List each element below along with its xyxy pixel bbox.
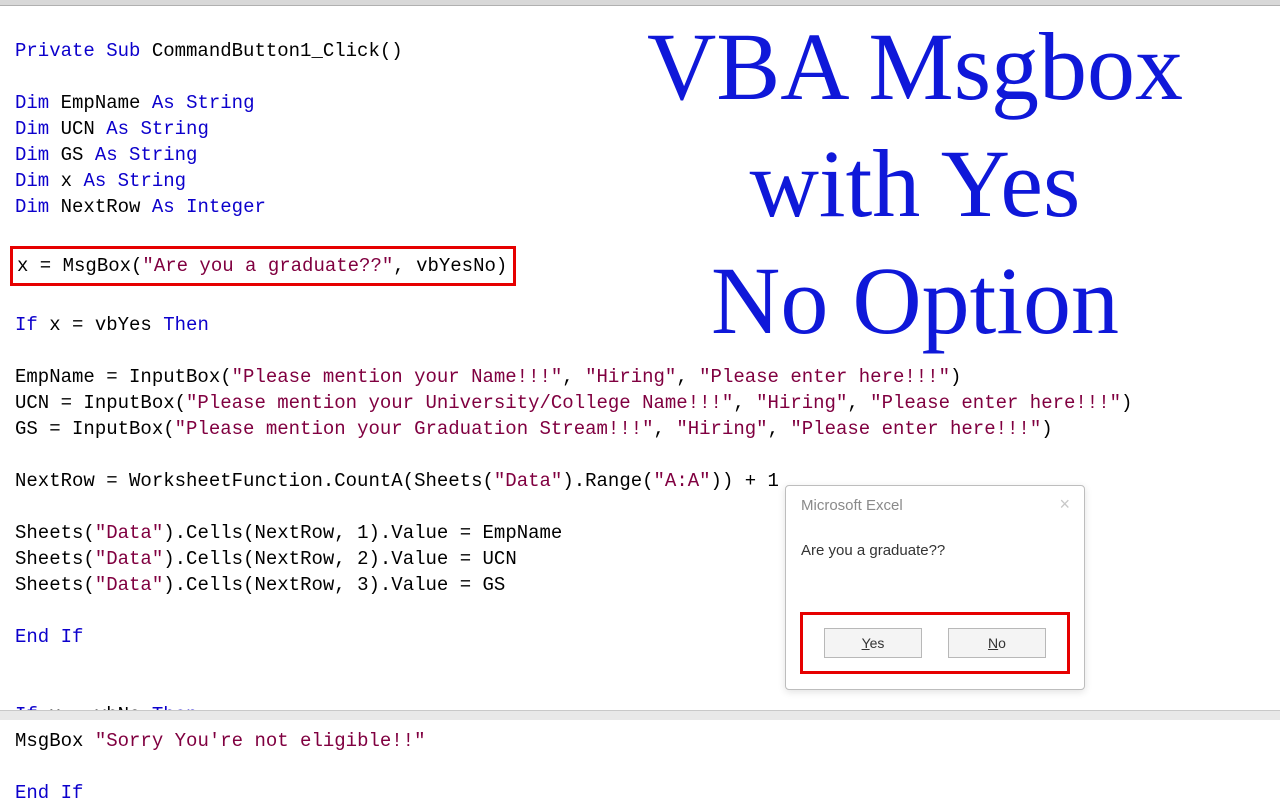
sep: , bbox=[562, 366, 585, 388]
kw-endif: End If bbox=[15, 626, 83, 648]
string-literal: "Please mention your Name!!!" bbox=[232, 366, 563, 388]
kw-if: If bbox=[15, 314, 38, 336]
code-frag: Sheets( bbox=[15, 574, 95, 596]
code-frag: MsgBox bbox=[15, 730, 95, 752]
sep: , bbox=[768, 418, 791, 440]
code-frag: 3).Value = GS bbox=[357, 574, 505, 596]
kw-dim: Dim bbox=[15, 144, 49, 166]
string-literal: "Sorry You're not eligible!!" bbox=[95, 730, 426, 752]
var-nextrow: NextRow bbox=[49, 196, 152, 218]
string-literal: "Hiring" bbox=[676, 418, 767, 440]
code-frag: , vbYesNo) bbox=[393, 255, 507, 277]
var-empname: EmpName bbox=[49, 92, 152, 114]
string-literal: "A:A" bbox=[654, 470, 711, 492]
cond-vbyes: x = vbYes bbox=[38, 314, 163, 336]
kw-integer: Integer bbox=[186, 196, 266, 218]
kw-then: Then bbox=[163, 314, 209, 336]
var-gs: GS bbox=[49, 144, 95, 166]
sep: , bbox=[847, 392, 870, 414]
msgbox-button-row: Yes No bbox=[800, 612, 1070, 674]
code-frag: Sheets( bbox=[15, 548, 95, 570]
sep: , bbox=[654, 418, 677, 440]
code-frag: Sheets( bbox=[15, 522, 95, 544]
code-frag: NextRow = WorksheetFunction.CountA(Sheet… bbox=[15, 470, 494, 492]
close-paren: ) bbox=[950, 366, 961, 388]
sub-name: CommandButton1_Click() bbox=[140, 40, 402, 62]
code-frag: 2).Value = UCN bbox=[357, 548, 517, 570]
string-literal: "Please mention your Graduation Stream!!… bbox=[175, 418, 654, 440]
kw-dim: Dim bbox=[15, 170, 49, 192]
close-icon[interactable]: × bbox=[1059, 497, 1070, 511]
no-button[interactable]: No bbox=[948, 628, 1046, 658]
msgbox-text: Are you a graduate?? bbox=[786, 514, 1084, 559]
var-x: x bbox=[49, 170, 83, 192]
no-rest: o bbox=[998, 635, 1006, 651]
code-frag: ).Cells(NextRow, bbox=[163, 522, 357, 544]
string-literal: "Please enter here!!!" bbox=[790, 418, 1041, 440]
kw-as: As bbox=[106, 118, 129, 140]
kw-string: String bbox=[129, 144, 197, 166]
highlighted-msgbox-line: x = MsgBox("Are you a graduate??", vbYes… bbox=[10, 246, 516, 286]
string-literal: "Are you a graduate??" bbox=[142, 255, 393, 277]
code-frag: x = MsgBox( bbox=[17, 255, 142, 277]
kw-string: String bbox=[118, 170, 186, 192]
kw-dim: Dim bbox=[15, 118, 49, 140]
kw-dim: Dim bbox=[15, 196, 49, 218]
msgbox-title: Microsoft Excel bbox=[786, 486, 1084, 514]
sep: , bbox=[733, 392, 756, 414]
string-literal: "Data" bbox=[95, 548, 163, 570]
yes-mnemonic: Y bbox=[862, 635, 870, 651]
code-frag: UCN = InputBox( bbox=[15, 392, 186, 414]
code-frag: )) + 1 bbox=[711, 470, 779, 492]
string-literal: "Please enter here!!!" bbox=[699, 366, 950, 388]
kw-private-sub: Private Sub bbox=[15, 40, 140, 62]
sep: , bbox=[676, 366, 699, 388]
var-ucn: UCN bbox=[49, 118, 106, 140]
code-frag: GS = InputBox( bbox=[15, 418, 175, 440]
kw-as: As bbox=[152, 196, 175, 218]
string-literal: "Please enter here!!!" bbox=[870, 392, 1121, 414]
kw-dim: Dim bbox=[15, 92, 49, 114]
code-frag: 1).Value = EmpName bbox=[357, 522, 562, 544]
string-literal: "Hiring" bbox=[756, 392, 847, 414]
yes-button[interactable]: Yes bbox=[824, 628, 922, 658]
kw-endif: End If bbox=[15, 782, 83, 804]
string-literal: "Hiring" bbox=[585, 366, 676, 388]
string-literal: "Data" bbox=[95, 522, 163, 544]
string-literal: "Data" bbox=[494, 470, 562, 492]
string-literal: "Please mention your University/College … bbox=[186, 392, 733, 414]
code-frag: EmpName = InputBox( bbox=[15, 366, 232, 388]
code-frag: ).Cells(NextRow, bbox=[163, 574, 357, 596]
code-frag: ).Range( bbox=[562, 470, 653, 492]
close-paren: ) bbox=[1121, 392, 1132, 414]
window-botbar bbox=[0, 710, 1280, 720]
string-literal: "Data" bbox=[95, 574, 163, 596]
kw-as: As bbox=[95, 144, 118, 166]
kw-as: As bbox=[83, 170, 106, 192]
close-paren: ) bbox=[1041, 418, 1052, 440]
kw-string: String bbox=[186, 92, 254, 114]
no-mnemonic: N bbox=[988, 635, 998, 651]
yes-rest: es bbox=[870, 635, 885, 651]
kw-as: As bbox=[152, 92, 175, 114]
code-frag: ).Cells(NextRow, bbox=[163, 548, 357, 570]
kw-string: String bbox=[140, 118, 208, 140]
code-pane: Private Sub CommandButton1_Click() Dim E… bbox=[15, 6, 1280, 806]
msgbox-dialog[interactable]: Microsoft Excel × Are you a graduate?? Y… bbox=[785, 485, 1085, 690]
